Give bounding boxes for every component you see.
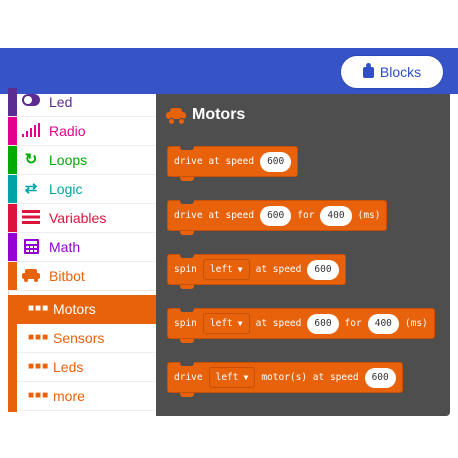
block-text: at speed — [255, 264, 302, 275]
refresh-icon: ↻ — [24, 151, 38, 168]
spin-at-speed-for-ms-block[interactable]: spin left ▼ at speed 600 for 400 (ms) — [167, 308, 435, 343]
puzzle-icon — [362, 62, 374, 78]
block-text: drive — [174, 372, 203, 383]
motor-dropdown[interactable]: left ▼ — [208, 367, 256, 388]
drive-at-speed-for-ms-block[interactable]: drive at speed 600 for 400 (ms) — [167, 200, 388, 235]
category-color-bar — [8, 117, 17, 145]
block-text: (ms) — [357, 210, 381, 221]
block-text: spin — [174, 264, 197, 275]
speed-input[interactable]: 600 — [307, 259, 339, 280]
subcategory-leds[interactable]: ■■■ Leds — [17, 353, 156, 382]
list-icon — [22, 210, 40, 226]
flyout-header: Motors — [166, 104, 245, 126]
direction-dropdown[interactable]: left ▼ — [202, 259, 250, 280]
category-label: Bitbot — [49, 268, 85, 284]
subcategory-more[interactable]: ■■■ more — [17, 382, 156, 411]
more-dots-icon: ■■■ — [28, 390, 50, 401]
subcategory-motors[interactable]: ■■■ Motors — [17, 295, 156, 324]
category-loops[interactable]: ↻ Loops — [8, 146, 156, 175]
block-text: motor(s) at speed — [261, 372, 359, 383]
block-text: for — [297, 210, 315, 221]
category-color-bar — [8, 233, 17, 261]
category-color-bar — [8, 88, 17, 116]
speed-input[interactable]: 600 — [307, 313, 339, 334]
direction-dropdown[interactable]: left ▼ — [202, 313, 250, 334]
spin-at-speed-block[interactable]: spin left ▼ at speed 600 — [167, 254, 346, 289]
car-icon — [166, 108, 186, 125]
category-label: Logic — [49, 181, 83, 197]
speed-input[interactable]: 600 — [260, 205, 292, 226]
caret-down-icon: ▼ — [237, 265, 243, 274]
category-logic[interactable]: ⇄ Logic — [8, 175, 156, 204]
blocks-toggle-button[interactable]: Blocks — [340, 55, 444, 89]
block-text: drive at speed — [174, 156, 255, 167]
subcategory-label: more — [53, 388, 85, 404]
toggle-icon — [22, 94, 40, 110]
category-label: Led — [49, 94, 73, 110]
duration-input[interactable]: 400 — [320, 205, 352, 226]
category-label: Radio — [49, 123, 86, 139]
category-label: Math — [49, 239, 81, 255]
dropdown-value: left — [209, 264, 233, 275]
blocks-button-label: Blocks — [379, 64, 422, 80]
shuffle-icon: ⇄ — [24, 180, 38, 197]
dropdown-value: left — [215, 372, 239, 383]
subcategory-sensors[interactable]: ■■■ Sensors — [17, 324, 156, 353]
caret-down-icon: ▼ — [237, 319, 243, 328]
flyout-title: Motors — [192, 106, 246, 123]
duration-input[interactable]: 400 — [367, 313, 399, 334]
category-bitbot[interactable]: Bitbot — [8, 262, 156, 291]
category-color-bar — [8, 175, 17, 203]
category-label: Variables — [49, 210, 107, 226]
block-text: spin — [174, 318, 197, 329]
category-math[interactable]: Math — [8, 233, 156, 262]
caret-down-icon: ▼ — [243, 373, 249, 382]
block-text: for — [344, 318, 362, 329]
signal-icon — [22, 123, 40, 139]
subcategory-label: Motors — [53, 301, 96, 317]
block-text: (ms) — [404, 318, 428, 329]
dropdown-value: left — [209, 318, 233, 329]
subcategory-color-bar — [8, 295, 17, 412]
speed-input[interactable]: 600 — [364, 367, 396, 388]
category-color-bar — [8, 204, 17, 232]
subcategory-label: Sensors — [53, 330, 105, 346]
category-radio[interactable]: Radio — [8, 117, 156, 146]
block-text: drive at speed — [174, 210, 255, 221]
calculator-icon — [22, 239, 40, 255]
speed-input[interactable]: 600 — [260, 151, 292, 172]
category-color-bar — [8, 146, 17, 174]
more-dots-icon: ■■■ — [28, 332, 50, 343]
car-icon — [22, 268, 40, 284]
more-dots-icon: ■■■ — [28, 303, 50, 314]
category-led[interactable]: Led — [8, 88, 156, 117]
category-color-bar — [8, 262, 17, 290]
category-label: Loops — [49, 152, 88, 168]
block-text: at speed — [255, 318, 302, 329]
drive-motors-at-speed-block[interactable]: drive left ▼ motor(s) at speed 600 — [167, 362, 403, 397]
category-variables[interactable]: Variables — [8, 204, 156, 233]
more-dots-icon: ■■■ — [28, 361, 50, 372]
subcategory-label: Leds — [53, 359, 84, 375]
drive-at-speed-block[interactable]: drive at speed 600 — [167, 146, 299, 181]
